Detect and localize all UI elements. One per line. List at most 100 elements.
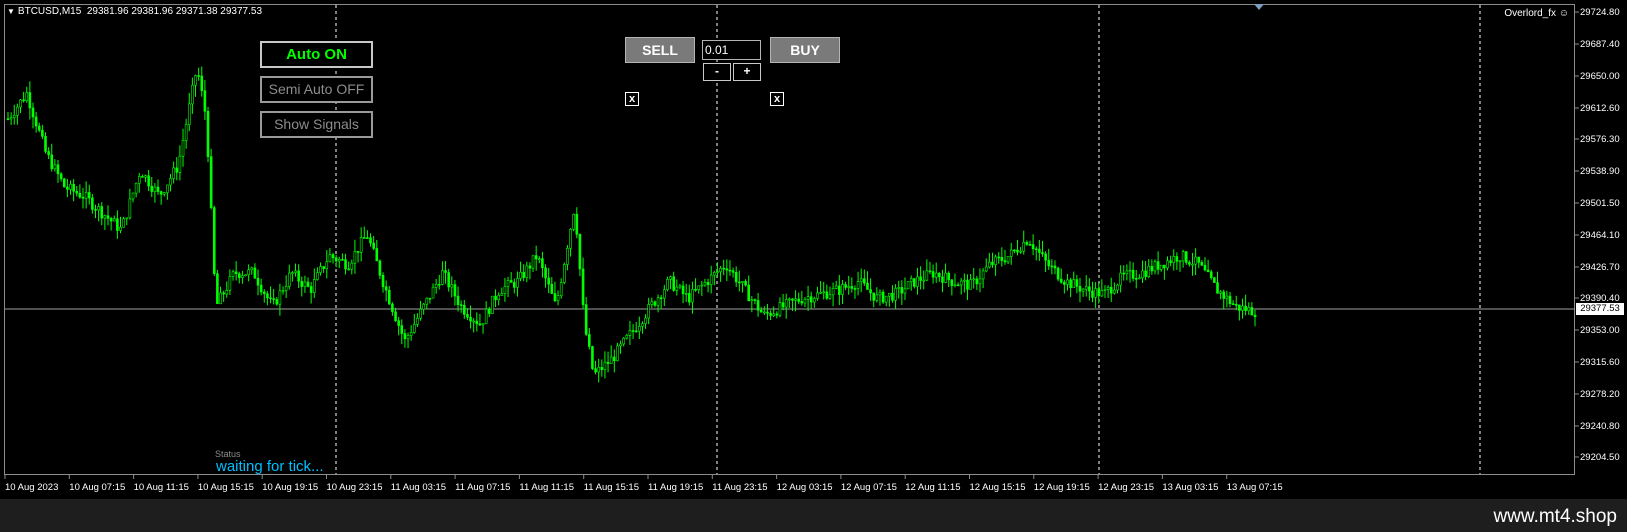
semi-auto-button[interactable]: Semi Auto OFF bbox=[260, 76, 373, 103]
candle-body bbox=[1088, 286, 1091, 292]
candle-body bbox=[216, 273, 219, 305]
show-signals-button[interactable]: Show Signals bbox=[260, 111, 373, 138]
candle-body bbox=[675, 286, 679, 291]
sell-button[interactable]: SELL bbox=[625, 37, 695, 63]
candle-body bbox=[497, 295, 500, 301]
candle-body bbox=[741, 281, 744, 283]
candle-body bbox=[375, 248, 379, 262]
candle-body bbox=[744, 281, 747, 286]
candle-body bbox=[325, 261, 329, 269]
candle-body bbox=[616, 345, 619, 362]
candle-body bbox=[59, 173, 63, 180]
candle-body bbox=[650, 301, 654, 305]
lot-decrease-button[interactable]: - bbox=[703, 63, 731, 81]
candle-body bbox=[956, 284, 960, 287]
candle-body bbox=[200, 75, 204, 91]
status-text: waiting for tick... bbox=[216, 458, 324, 475]
candle-body bbox=[122, 218, 125, 228]
candle-body bbox=[1028, 244, 1032, 246]
chart-shift-marker-icon[interactable] bbox=[1254, 4, 1264, 10]
candle-body bbox=[981, 270, 985, 280]
candle-body bbox=[509, 280, 513, 283]
candle-body bbox=[806, 296, 810, 300]
candle-body bbox=[1031, 244, 1035, 250]
candle-body bbox=[522, 272, 525, 278]
candle-body bbox=[372, 242, 375, 249]
candle-body bbox=[869, 289, 872, 294]
candle-body bbox=[584, 304, 588, 335]
candle-body bbox=[184, 124, 188, 141]
candle-body bbox=[37, 125, 41, 131]
candle-body bbox=[684, 293, 688, 295]
lot-increase-button[interactable]: + bbox=[733, 63, 761, 81]
candle-body bbox=[791, 298, 794, 301]
candle-body bbox=[953, 284, 957, 287]
candle-body bbox=[1231, 303, 1235, 305]
candle-body bbox=[1234, 304, 1238, 306]
candle-body bbox=[572, 214, 575, 230]
dropdown-triangle-icon[interactable]: ▼ bbox=[7, 7, 15, 16]
candle-body bbox=[709, 274, 713, 285]
candle-body bbox=[903, 288, 907, 294]
candle-body bbox=[1006, 256, 1010, 263]
candle-body bbox=[1106, 286, 1110, 290]
close-buy-checkbox[interactable]: x bbox=[770, 92, 784, 106]
candle-body bbox=[872, 292, 876, 301]
candle-body bbox=[337, 259, 341, 262]
lot-size-input[interactable] bbox=[702, 40, 761, 60]
candle-body bbox=[81, 196, 85, 199]
candle-body bbox=[925, 270, 929, 281]
candle-body bbox=[931, 271, 935, 278]
candle-body bbox=[934, 272, 938, 278]
candle-body bbox=[294, 270, 297, 273]
candle-body bbox=[634, 330, 638, 333]
buy-button[interactable]: BUY bbox=[770, 37, 840, 63]
candle-body bbox=[316, 272, 319, 280]
candle-body bbox=[331, 254, 335, 259]
candle-body bbox=[1228, 295, 1232, 304]
candle-body bbox=[750, 299, 754, 302]
time-axis-label: 10 Aug 19:15 bbox=[262, 482, 318, 493]
candle-body bbox=[1159, 264, 1163, 270]
candle-body bbox=[106, 215, 110, 219]
close-sell-checkbox[interactable]: x bbox=[625, 92, 639, 106]
candle-body bbox=[172, 167, 175, 179]
candle-body bbox=[425, 297, 429, 305]
price-axis-label: 29464.10 bbox=[1580, 230, 1620, 241]
candle-body bbox=[666, 278, 669, 291]
symbol-name: BTCUSD,M15 bbox=[17, 6, 82, 17]
candle-body bbox=[222, 292, 225, 295]
candle-body bbox=[303, 281, 307, 287]
candle-body bbox=[369, 237, 372, 244]
candle-body bbox=[541, 258, 544, 269]
candle-body bbox=[822, 291, 826, 294]
candle-body bbox=[1025, 242, 1029, 245]
candle-body bbox=[141, 176, 144, 178]
candle-body bbox=[119, 226, 122, 231]
candle-body bbox=[1053, 265, 1057, 269]
candle-body bbox=[459, 304, 463, 306]
candle-body bbox=[597, 367, 600, 373]
candle-body bbox=[116, 218, 119, 231]
candlestick-chart: 29724.80 29687.40 29650.00 29612.60 29576.30… bbox=[4, 5, 1620, 493]
candle-body bbox=[412, 324, 416, 333]
candle-body bbox=[563, 264, 566, 283]
candle-body bbox=[428, 297, 432, 300]
time-axis-label: 11 Aug 19:15 bbox=[648, 482, 703, 493]
candle-body bbox=[947, 272, 951, 281]
candle-body bbox=[759, 309, 763, 313]
candle-body bbox=[1056, 267, 1060, 280]
candle-body bbox=[253, 267, 257, 279]
candle-body bbox=[731, 270, 735, 273]
candle-body bbox=[1034, 248, 1038, 251]
candle-body bbox=[262, 291, 266, 295]
time-axis-label: 11 Aug 23:15 bbox=[712, 482, 767, 493]
candle-body bbox=[609, 356, 613, 364]
candle-body bbox=[94, 209, 97, 211]
auto-on-button[interactable]: Auto ON bbox=[260, 41, 373, 68]
candle-body bbox=[1066, 279, 1069, 285]
candle-body bbox=[356, 250, 360, 253]
candle-body bbox=[366, 237, 369, 239]
candle-body bbox=[353, 250, 357, 264]
candle-body bbox=[1241, 305, 1244, 311]
